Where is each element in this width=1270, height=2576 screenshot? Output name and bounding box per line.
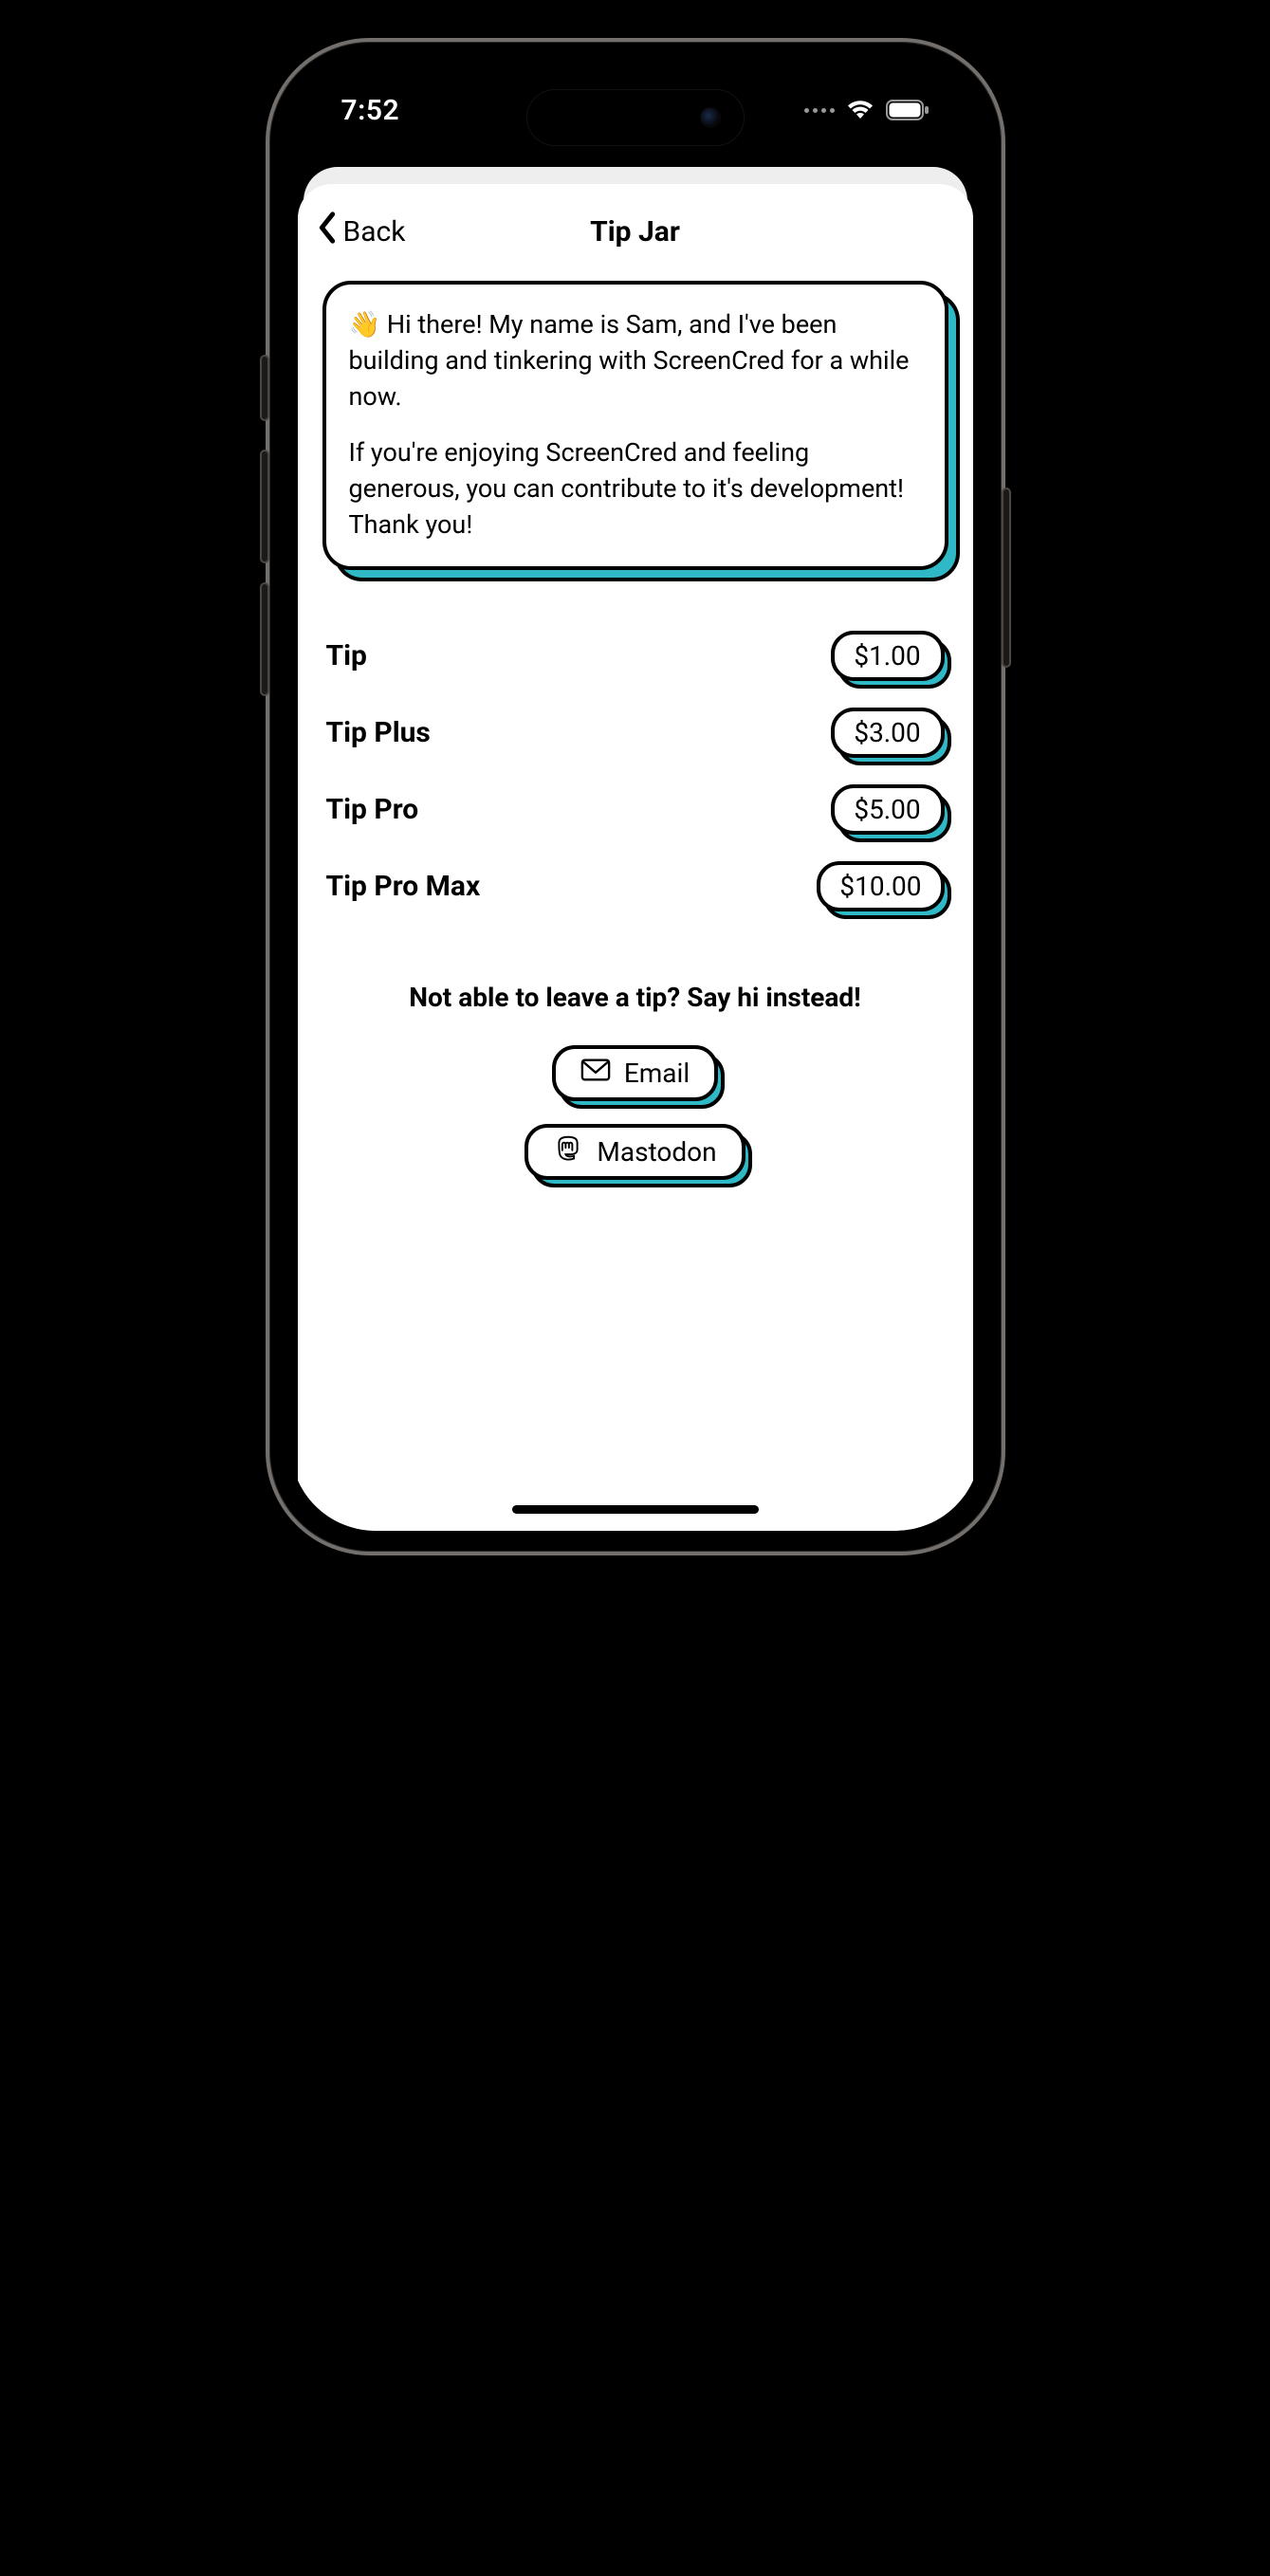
chevron-left-icon <box>317 212 338 251</box>
tip-price-label: $5.00 <box>831 784 945 835</box>
volume-down-button <box>260 582 269 696</box>
home-indicator[interactable] <box>512 1505 759 1514</box>
tip-price-label: $3.00 <box>831 708 945 758</box>
intro-paragraph-2: If you're enjoying ScreenCred and feelin… <box>349 435 922 543</box>
phone-frame: 7:52 <box>266 38 1005 1555</box>
tip-row: Tip $1.00 <box>326 617 945 694</box>
envelope-icon <box>580 1057 611 1090</box>
tip-name: Tip Pro Max <box>326 870 481 903</box>
tip-price-label: $1.00 <box>831 631 945 681</box>
mastodon-button[interactable]: Mastodon <box>525 1124 745 1180</box>
power-button <box>1002 488 1011 668</box>
tip-row: Tip Pro Max $10.00 <box>326 848 945 925</box>
back-button[interactable]: Back <box>317 212 406 251</box>
front-camera <box>700 107 721 128</box>
intro-paragraph-1: 👋 Hi there! My name is Sam, and I've bee… <box>349 307 922 414</box>
email-button[interactable]: Email <box>552 1045 718 1101</box>
battery-icon <box>886 100 929 120</box>
sheet: Back Tip Jar 👋 Hi there! My name is Sam,… <box>298 184 973 1531</box>
screen: 7:52 <box>290 63 981 1531</box>
tip-name: Tip <box>326 639 367 672</box>
tip-name: Tip Pro <box>326 793 419 826</box>
mastodon-label: Mastodon <box>597 1136 716 1168</box>
contact-heading: Not able to leave a tip? Say hi instead! <box>317 982 954 1013</box>
intro-card: 👋 Hi there! My name is Sam, and I've bee… <box>322 281 948 570</box>
tip-price-button[interactable]: $5.00 <box>831 784 945 835</box>
volume-up-button <box>260 450 269 563</box>
mastodon-icon <box>553 1135 583 1168</box>
page-title: Tip Jar <box>317 215 954 248</box>
dynamic-island <box>526 89 745 146</box>
tip-price-button[interactable]: $3.00 <box>831 708 945 758</box>
tip-price-label: $10.00 <box>817 861 944 911</box>
tip-price-button[interactable]: $1.00 <box>831 631 945 681</box>
side-button <box>260 355 269 421</box>
status-time: 7:52 <box>341 94 400 127</box>
nav-bar: Back Tip Jar <box>317 205 954 258</box>
cellular-dots-icon <box>804 108 835 113</box>
tip-row: Tip Pro $5.00 <box>326 771 945 848</box>
tip-name: Tip Plus <box>326 716 431 749</box>
contact-section: Not able to leave a tip? Say hi instead!… <box>317 982 954 1180</box>
tip-list: Tip $1.00 Tip Plus $3.00 <box>326 617 945 925</box>
back-label: Back <box>343 215 406 248</box>
tip-price-button[interactable]: $10.00 <box>817 861 944 911</box>
email-label: Email <box>624 1058 690 1089</box>
wifi-icon <box>846 99 874 121</box>
tip-row: Tip Plus $3.00 <box>326 694 945 771</box>
